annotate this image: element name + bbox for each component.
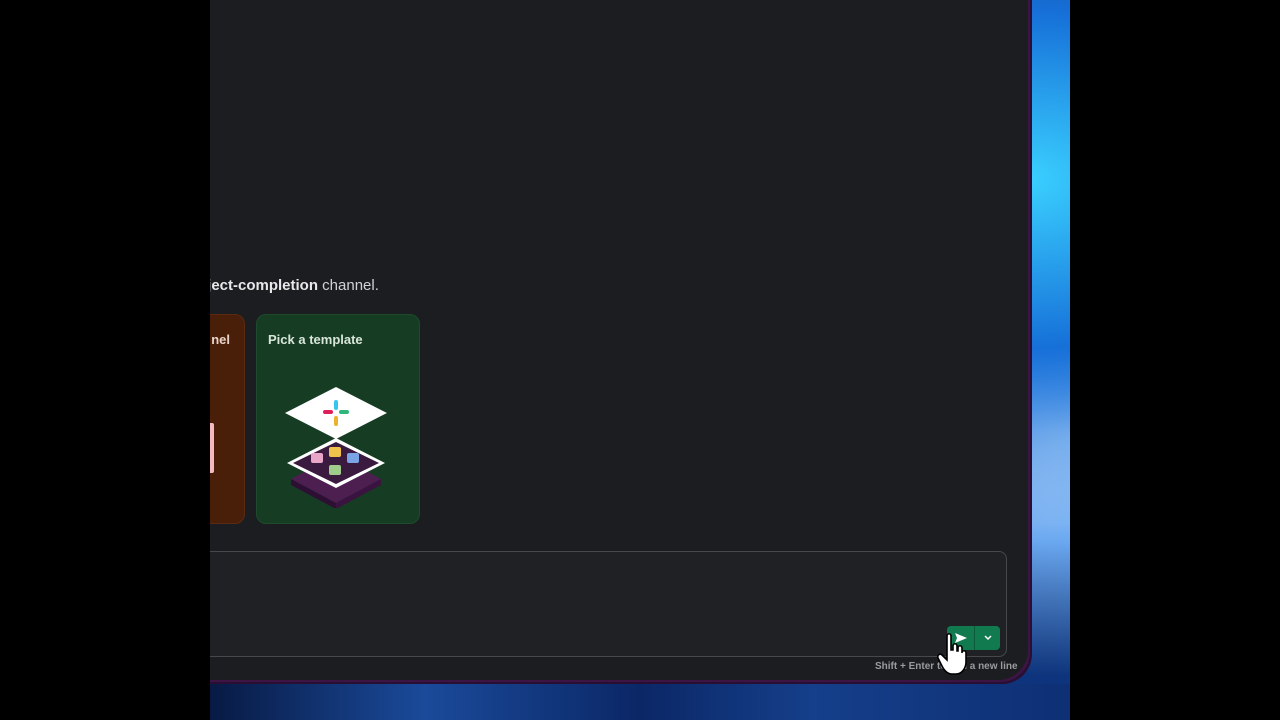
send-options-button[interactable] — [975, 626, 1000, 650]
channel-name: oject-completion — [198, 277, 319, 294]
hand-cursor-icon — [937, 632, 967, 675]
app-window: oject-completion channel. nel Pick a tem… — [150, 0, 1028, 680]
desktop-taskbar-area — [210, 684, 1070, 720]
template-stack-icon — [285, 387, 387, 508]
left-letterbox — [0, 0, 210, 720]
channel-intro-suffix: channel. — [318, 277, 379, 294]
card-title: nel — [211, 332, 230, 347]
pick-template-card[interactable]: Pick a template — [256, 314, 420, 524]
card-title: Pick a template — [268, 332, 363, 347]
right-letterbox — [1070, 0, 1280, 720]
chevron-down-icon — [984, 635, 992, 641]
channel-intro-text: oject-completion channel. — [198, 277, 379, 294]
message-composer[interactable] — [150, 551, 1007, 657]
